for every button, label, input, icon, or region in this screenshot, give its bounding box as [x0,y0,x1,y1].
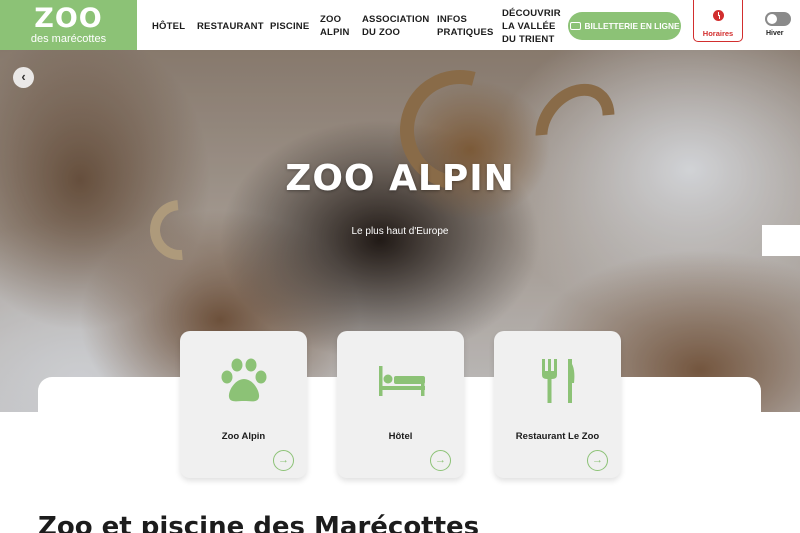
season-toggle[interactable] [765,12,791,26]
nav-item-restaurant[interactable]: RESTAURANT [197,20,264,33]
nav-item-infos-line2: PRATIQUES [437,27,494,38]
logo-wordmark: ZOO [34,3,103,34]
season-toggle-label: Hiver [766,30,784,37]
card-label: Restaurant Le Zoo [515,431,600,442]
logo-tagline: des marécottes [30,33,107,45]
nav-item-association-line2: DU ZOO [362,27,401,38]
nav-item-hotel[interactable]: HÔTEL [152,20,185,33]
season-toggle-knob [767,14,777,24]
nav-item-zoo-alpin[interactable]: ZOO ALPIN [320,13,350,39]
nav-item-decouvrir-line2: LA VALLÉE [502,21,556,32]
slider-prev-button[interactable]: ‹ [13,67,34,88]
nav-item-piscine[interactable]: PISCINE [270,20,309,33]
card-hotel[interactable]: Hôtel → [337,331,464,478]
ticket-icon [569,22,581,30]
card-label: Zoo Alpin [221,431,266,442]
bed-icon [337,353,464,409]
card-restaurant[interactable]: Restaurant Le Zoo → [494,331,621,478]
clock-icon [712,10,724,21]
side-panel-tab[interactable] [762,225,800,256]
chevron-left-icon: ‹ [21,69,26,84]
nav-item-decouvrir[interactable]: DÉCOUVRIR LA VALLÉE DU TRIENT [502,7,561,46]
nav-item-infos-pratiques[interactable]: INFOS PRATIQUES [437,13,494,39]
card-label: Hôtel [388,431,413,442]
arrow-right-icon[interactable]: → [430,450,451,471]
hero-title: ZOO ALPIN [285,158,515,199]
opening-hours-button[interactable]: Horaires [693,0,743,42]
nav-item-decouvrir-line3: DU TRIENT [502,34,555,45]
nav-item-decouvrir-line1: DÉCOUVRIR [502,8,561,19]
site-header: ZOO des marécottes HÔTEL RESTAURANT PISC… [0,0,800,50]
fork-knife-icon [494,353,621,409]
online-ticketing-label: BILLETTERIE EN LIGNE [584,21,680,31]
opening-hours-label: Horaires [702,29,734,38]
hero-subtitle: Le plus haut d'Europe [351,226,449,237]
site-logo[interactable]: ZOO des marécottes [0,0,137,50]
section-title: Zoo et piscine des Marécottes [38,512,480,533]
nav-item-association-line1: ASSOCIATION [362,14,430,25]
arrow-right-icon[interactable]: → [587,450,608,471]
nav-item-association[interactable]: ASSOCIATION DU ZOO [362,13,429,39]
online-ticketing-button[interactable]: BILLETTERIE EN LIGNE [568,12,681,40]
nav-item-zoo-alpin-line1: ZOO [320,14,342,25]
nav-item-zoo-alpin-line2: ALPIN [320,27,350,38]
nav-item-infos-line1: INFOS [437,14,468,25]
paw-icon [180,353,307,409]
card-zoo-alpin[interactable]: Zoo Alpin → [180,331,307,478]
arrow-right-icon[interactable]: → [273,450,294,471]
